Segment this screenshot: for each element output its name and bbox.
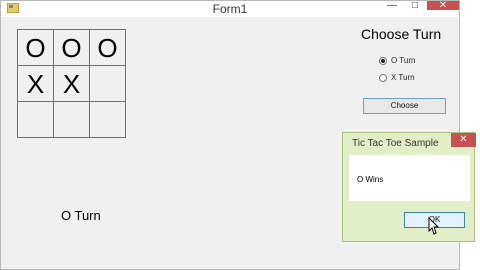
radio-label-o: O Turn [391, 56, 416, 65]
board-cell[interactable]: X [18, 66, 54, 102]
board-cell[interactable]: X [54, 66, 90, 102]
board-cell[interactable] [18, 102, 54, 138]
dialog-body: O Wins [349, 155, 470, 201]
radio-button-o[interactable] [379, 56, 387, 65]
dialog-close-button[interactable]: ✕ [451, 133, 476, 147]
board-cell[interactable]: O [54, 30, 90, 66]
tic-tac-toe-board: O O O X X [17, 29, 126, 138]
choose-turn-heading: Choose Turn [361, 26, 442, 42]
board-cell[interactable] [54, 102, 90, 138]
minimize-button[interactable]: — [382, 1, 402, 11]
dialog-message: O Wins [357, 175, 384, 184]
board-cell[interactable]: O [18, 30, 54, 66]
board-cell[interactable] [90, 66, 126, 102]
maximize-button[interactable]: □ [405, 1, 425, 11]
close-button[interactable]: ✕ [427, 1, 459, 11]
radio-label-x: X Turn [391, 73, 415, 82]
radio-x-turn[interactable]: X Turn [379, 73, 415, 82]
board-cell[interactable] [90, 102, 126, 138]
dialog-title: Tic Tac Toe Sample [352, 138, 439, 149]
board-cell[interactable]: O [90, 30, 126, 66]
title-bar[interactable]: Form1 — □ ✕ [1, 1, 459, 17]
message-dialog: Tic Tac Toe Sample ✕ O Wins OK [342, 132, 476, 242]
mouse-cursor-icon [428, 217, 440, 235]
choose-button[interactable]: Choose [363, 98, 446, 114]
turn-status-label: O Turn [61, 208, 101, 223]
radio-button-x[interactable] [379, 73, 387, 82]
radio-o-turn[interactable]: O Turn [379, 56, 415, 65]
